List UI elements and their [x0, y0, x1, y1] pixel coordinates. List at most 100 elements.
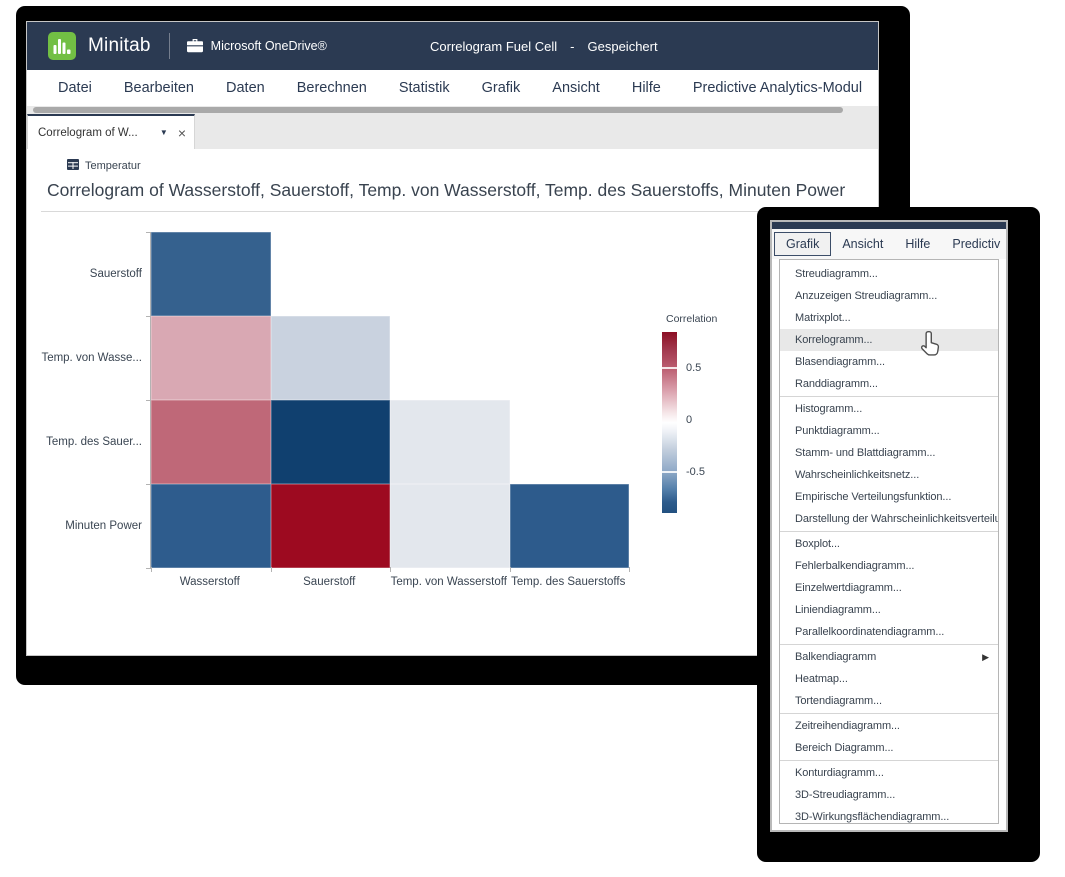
graph-menu-item-fehlerbalkendiagramm[interactable]: Fehlerbalkendiagramm... — [780, 555, 998, 577]
graph-menu-window: GrafikAnsichtHilfePredictiv Streudiagram… — [770, 220, 1008, 832]
y-axis-tick — [146, 316, 151, 317]
brand-name: Minitab — [88, 35, 151, 57]
menu-grafik[interactable]: Grafik — [482, 80, 521, 96]
graph-menu-item-liniendiagramm[interactable]: Liniendiagramm... — [780, 599, 998, 621]
horizontal-scrollbar[interactable] — [27, 106, 878, 114]
x-axis-label: Wasserstoff — [150, 576, 270, 588]
legend-tick-labels: 0.5 0 -0.5 — [686, 332, 726, 513]
correlogram-cell-temp-des-sauerstoffs-x-minuten-power[interactable] — [510, 484, 630, 568]
titlebar-divider — [169, 33, 170, 59]
overlay-menu-predictiv[interactable]: Predictiv — [941, 233, 1006, 255]
graph-menu-item-3d-streudiagramm[interactable]: 3D-Streudiagramm... — [780, 784, 998, 806]
graph-menu-item-zeitreihendiagramm[interactable]: Zeitreihendiagramm... — [780, 715, 998, 737]
x-axis-tick — [151, 567, 152, 572]
graph-dropdown-menu: Streudiagramm...Anzuzeigen Streudiagramm… — [779, 259, 999, 824]
menu-datei[interactable]: Datei — [58, 80, 92, 96]
title-divider — [41, 211, 864, 212]
minitab-window: Minitab Microsoft OneDrive® Correlogram … — [27, 22, 878, 655]
graph-menu-item-punktdiagramm[interactable]: Punktdiagramm... — [780, 420, 998, 442]
legend-tick-label: 0.5 — [686, 362, 701, 374]
document-title: Correlogram Fuel Cell - Gespeichert — [430, 22, 658, 70]
correlogram-cell-temp-von-wasserstoff-x-temp-des-sauer[interactable] — [390, 400, 510, 484]
graph-menu-item-matrixplot[interactable]: Matrixplot... — [780, 307, 998, 329]
close-icon[interactable]: × — [178, 125, 186, 141]
y-axis-label: Temp. des Sauer... — [46, 436, 142, 448]
caret-down-icon[interactable]: ▼ — [160, 128, 168, 137]
graph-menu-item-parallelkoordinatendiagramm[interactable]: Parallelkoordinatendiagramm... — [780, 621, 998, 643]
menu-bar: Datei Bearbeiten Daten Berechnen Statistik Gr… — [27, 70, 878, 106]
graph-menu-item-einzelwertdiagramm[interactable]: Einzelwertdiagramm... — [780, 577, 998, 599]
save-status: Gespeichert — [588, 39, 658, 54]
plot-area: SauerstoffTemp. von Wasse...Temp. des Sa… — [150, 232, 628, 568]
menu-predictive-analytics-modul[interactable]: Predictive Analytics-Modul — [693, 80, 862, 96]
overlay-menu-grafik[interactable]: Grafik — [774, 232, 831, 256]
graph-menu-item-anzuzeigen-streudiagramm[interactable]: Anzuzeigen Streudiagramm... — [780, 285, 998, 307]
graph-menu-item-korrelogramm[interactable]: Korrelogramm... — [780, 329, 998, 351]
correlogram-cell-temp-von-wasserstoff-x-minuten-power[interactable] — [390, 484, 510, 568]
graph-menu-item-randdiagramm[interactable]: Randdiagramm... — [780, 373, 998, 395]
menu-separator — [780, 760, 998, 761]
graph-menu-item-balkendiagramm[interactable]: Balkendiagramm▶ — [780, 646, 998, 668]
graph-menu-item-histogramm[interactable]: Histogramm... — [780, 398, 998, 420]
menu-statistik[interactable]: Statistik — [399, 80, 450, 96]
graph-menu-item-wahrscheinlichkeitsnetz[interactable]: Wahrscheinlichkeitsnetz... — [780, 464, 998, 486]
graph-menu-item-heatmap[interactable]: Heatmap... — [780, 668, 998, 690]
graph-menu-item-konturdiagramm[interactable]: Konturdiagramm... — [780, 762, 998, 784]
graph-menu-item-empirische-verteilungsfunktion[interactable]: Empirische Verteilungsfunktion... — [780, 486, 998, 508]
y-axis-tick — [146, 484, 151, 485]
y-axis-tick — [146, 568, 151, 569]
worksheet-grid-icon — [67, 159, 79, 173]
overlay-menu-ansicht[interactable]: Ansicht — [831, 233, 894, 255]
legend-tick-label: -0.5 — [686, 466, 705, 478]
correlogram-cell-wasserstoff-x-temp-des-sauer[interactable] — [151, 400, 271, 484]
tab-correlogram[interactable]: Correlogram of W... ▼ × — [27, 114, 195, 149]
x-axis-tick — [510, 567, 511, 572]
x-axis-tick — [271, 567, 272, 572]
menu-separator — [780, 713, 998, 714]
title-bar: Minitab Microsoft OneDrive® Correlogram … — [27, 22, 878, 70]
document-name: Correlogram Fuel Cell — [430, 39, 557, 54]
graph-menu-item-blasendiagramm[interactable]: Blasendiagramm... — [780, 351, 998, 373]
menu-bearbeiten[interactable]: Bearbeiten — [124, 80, 194, 96]
x-axis-tick — [390, 567, 391, 572]
y-axis-label: Temp. von Wasse... — [41, 352, 142, 364]
x-axis-label: Temp. von Wasserstoff — [389, 576, 509, 588]
graph-menu-item-3d-wirkungsflächendiagramm[interactable]: 3D-Wirkungsflächendiagramm... — [780, 806, 998, 824]
graph-menu-item-streudiagramm[interactable]: Streudiagramm... — [780, 263, 998, 285]
correlogram-cell-wasserstoff-x-temp-von-wasse[interactable] — [151, 316, 271, 400]
worksheet-name[interactable]: Temperatur — [85, 160, 141, 172]
correlogram-cell-wasserstoff-x-minuten-power[interactable] — [151, 484, 271, 568]
graph-menu-item-boxplot[interactable]: Boxplot... — [780, 533, 998, 555]
correlogram-cell-sauerstoff-x-minuten-power[interactable] — [271, 484, 391, 568]
menu-ansicht[interactable]: Ansicht — [552, 80, 600, 96]
menu-berechnen[interactable]: Berechnen — [297, 80, 367, 96]
document-title-separator: - — [570, 39, 574, 54]
overlay-menu-hilfe[interactable]: Hilfe — [894, 233, 941, 255]
menu-hilfe[interactable]: Hilfe — [632, 80, 661, 96]
x-axis-tick — [629, 567, 630, 572]
correlogram-cell-sauerstoff-x-temp-des-sauer[interactable] — [271, 400, 391, 484]
menu-daten[interactable]: Daten — [226, 80, 265, 96]
graph-menu-item-bereich-diagramm[interactable]: Bereich Diagramm... — [780, 737, 998, 759]
graph-menu-item-stamm-und-blattdiagramm[interactable]: Stamm- und Blattdiagramm... — [780, 442, 998, 464]
storage-label[interactable]: Microsoft OneDrive® — [211, 39, 327, 53]
onedrive-icon — [187, 39, 203, 53]
graph-menu-item-darstellung-der-wahrscheinlichkeitsverteilung[interactable]: Darstellung der Wahrscheinlichkeitsverte… — [780, 508, 998, 530]
correlogram-cell-sauerstoff-x-temp-von-wasse[interactable] — [271, 316, 391, 400]
legend-color-bar — [662, 332, 677, 513]
menu-separator — [780, 644, 998, 645]
correlogram-chart: SauerstoffTemp. von Wasse...Temp. des Sa… — [150, 232, 628, 568]
report-title: Correlogram of Wasserstoff, Sauerstoff, … — [47, 180, 858, 201]
submenu-arrow-icon: ▶ — [982, 646, 989, 668]
scrollbar-thumb[interactable] — [33, 107, 843, 113]
x-axis-label: Sauerstoff — [270, 576, 390, 588]
menu-separator — [780, 396, 998, 397]
correlogram-cell-wasserstoff-x-sauerstoff[interactable] — [151, 232, 271, 316]
graph-menu-item-tortendiagramm[interactable]: Tortendiagramm... — [780, 690, 998, 712]
worksheet-row: Temperatur — [67, 159, 878, 173]
minitab-logo-icon — [48, 32, 76, 60]
hand-cursor-icon — [917, 330, 943, 358]
legend-tick-label: 0 — [686, 414, 692, 426]
overlay-menu-bar: GrafikAnsichtHilfePredictiv — [772, 229, 1006, 259]
y-axis-tick — [146, 400, 151, 401]
